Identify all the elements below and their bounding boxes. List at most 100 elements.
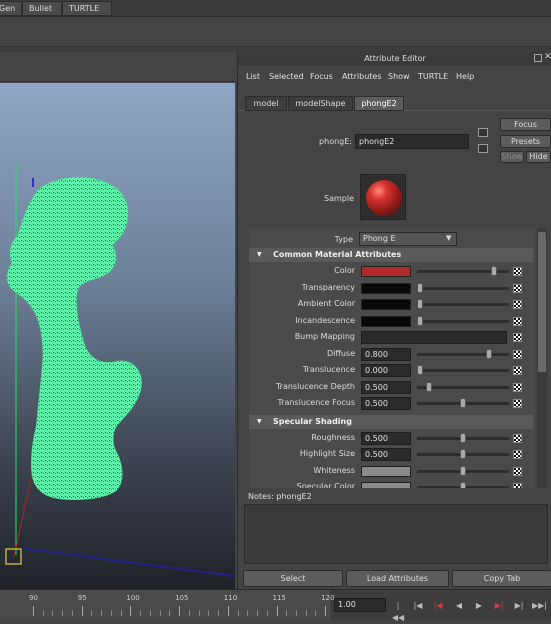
slider-handle[interactable] [460, 465, 466, 476]
color-swatch[interactable] [361, 299, 411, 310]
map-texture-icon[interactable] [513, 382, 522, 392]
go-to-start-icon[interactable]: |◀◀ [391, 600, 405, 622]
slider-handle[interactable] [425, 381, 432, 392]
attribute-value-field[interactable]: 0.500 [361, 397, 411, 410]
slider-handle[interactable] [460, 432, 466, 443]
map-texture-icon[interactable] [513, 333, 522, 342]
slider-handle[interactable] [417, 299, 423, 309]
camera-marker[interactable] [5, 548, 22, 565]
tab-modelshape[interactable]: modelShape [288, 96, 353, 111]
attribute-row: Roughness 0.500 [249, 431, 533, 446]
menu-show[interactable]: Show [388, 72, 410, 81]
hide-button[interactable]: Hide [526, 151, 551, 163]
attribute-value-field[interactable]: 0.000 [361, 364, 411, 377]
slider-track[interactable] [417, 369, 509, 372]
input-connections-icon[interactable] [478, 128, 488, 137]
slider-track[interactable] [417, 319, 509, 323]
timeline-minor-tick [71, 610, 73, 616]
timeline-major-tick [227, 606, 229, 616]
slider-handle[interactable] [460, 482, 466, 488]
attribute-value-field[interactable]: 0.500 [361, 431, 411, 445]
timeline-major-tick [325, 606, 327, 616]
slider-handle[interactable] [417, 315, 423, 326]
color-swatch[interactable] [361, 315, 411, 327]
color-swatch[interactable] [361, 266, 411, 277]
timeline-minor-tick [120, 610, 122, 616]
attribute-value-field[interactable]: 0.500 [361, 380, 411, 394]
color-swatch[interactable] [361, 465, 411, 477]
float-icon[interactable] [534, 54, 542, 62]
timeline-ruler[interactable]: 90 95 100 105 110 115 120 [0, 590, 335, 621]
shelf-tab-turtle[interactable]: TURTLE [62, 1, 112, 16]
attribute-row: Color [249, 264, 533, 279]
play-forward-icon[interactable]: ▶ [472, 600, 486, 612]
step-forward-frame-icon[interactable]: ▶| [512, 600, 526, 612]
select-button[interactable]: Select [243, 570, 343, 587]
bump-mapping-field[interactable] [361, 331, 507, 344]
menu-help[interactable]: Help [456, 72, 474, 81]
output-connections-icon[interactable] [478, 144, 488, 153]
map-texture-icon[interactable] [513, 450, 522, 459]
map-texture-icon[interactable] [513, 300, 522, 309]
slider-handle[interactable] [417, 365, 423, 375]
slider-track[interactable] [417, 286, 509, 290]
color-swatch[interactable] [361, 282, 411, 294]
map-texture-icon[interactable] [513, 283, 522, 293]
attribute-label: Transparency [301, 282, 355, 292]
attribute-scrollbar[interactable] [537, 228, 547, 488]
menu-list[interactable]: List [246, 72, 260, 81]
tab-phonge2[interactable]: phongE2 [354, 96, 404, 111]
collapse-arrow-icon: ▼ [257, 417, 262, 425]
menu-focus[interactable]: Focus [310, 72, 333, 81]
collapse-arrow-icon: ▼ [257, 251, 262, 258]
chevron-down-icon[interactable]: ▼ [446, 234, 451, 242]
attribute-value-field[interactable]: 0.500 [361, 448, 411, 461]
go-to-end-icon[interactable]: ▶▶| [532, 600, 547, 612]
slider-track[interactable] [417, 303, 509, 306]
map-texture-icon[interactable] [513, 316, 522, 326]
section-common-material[interactable]: ▼ Common Material Attributes [249, 248, 533, 262]
play-backward-icon[interactable]: ◀ [452, 600, 466, 612]
slider-handle[interactable] [490, 266, 497, 276]
presets-button[interactable]: Presets [500, 135, 551, 148]
current-frame-field[interactable]: 1.00 [334, 598, 386, 612]
shelf-tab-bullet[interactable]: Bullet [22, 1, 62, 16]
timeline-major-tick [81, 606, 83, 616]
menu-turtle[interactable]: TURTLE [418, 72, 448, 81]
slider-track[interactable] [417, 352, 509, 356]
map-texture-icon[interactable] [513, 349, 522, 359]
map-texture-icon[interactable] [513, 433, 522, 443]
load-attributes-button[interactable]: Load Attributes [346, 570, 449, 587]
notes-textarea[interactable] [244, 504, 548, 564]
step-back-frame-icon[interactable]: |◀ [411, 600, 425, 612]
material-sample-swatch[interactable] [360, 174, 406, 220]
menu-attributes[interactable]: Attributes [342, 72, 382, 81]
type-dropdown[interactable]: Phong E [359, 232, 457, 246]
slider-handle[interactable] [485, 348, 492, 359]
map-texture-icon[interactable] [513, 366, 522, 375]
map-texture-icon[interactable] [513, 399, 522, 408]
slider-handle[interactable] [417, 282, 423, 293]
copy-tab-button[interactable]: Copy Tab [452, 570, 551, 587]
menu-selected[interactable]: Selected [269, 72, 304, 81]
map-texture-icon[interactable] [513, 267, 522, 276]
timeline-major-tick [33, 606, 34, 616]
show-button[interactable]: Show [500, 151, 524, 163]
section-specular-shading[interactable]: ▼ Specular Shading [249, 414, 533, 429]
slider-handle[interactable] [460, 449, 466, 459]
shelf-tab-gen[interactable]: Gen [0, 1, 22, 16]
step-forward-key-icon[interactable]: ▶| [492, 600, 506, 612]
node-name-field[interactable]: phongE2 [355, 134, 469, 149]
viewport-canvas[interactable] [0, 83, 235, 589]
focus-button[interactable]: Focus [500, 118, 551, 131]
map-texture-icon[interactable] [513, 466, 522, 476]
scrollbar-thumb[interactable] [538, 232, 546, 372]
step-back-key-icon[interactable]: |◀ [431, 600, 445, 612]
slider-handle[interactable] [460, 398, 466, 408]
map-texture-icon[interactable] [513, 483, 522, 488]
attribute-value-field[interactable]: 0.800 [361, 347, 411, 361]
tab-model[interactable]: model [245, 96, 287, 111]
model-mesh[interactable] [6, 177, 142, 500]
color-swatch[interactable] [361, 482, 411, 488]
close-icon[interactable]: ✕ [544, 52, 551, 62]
